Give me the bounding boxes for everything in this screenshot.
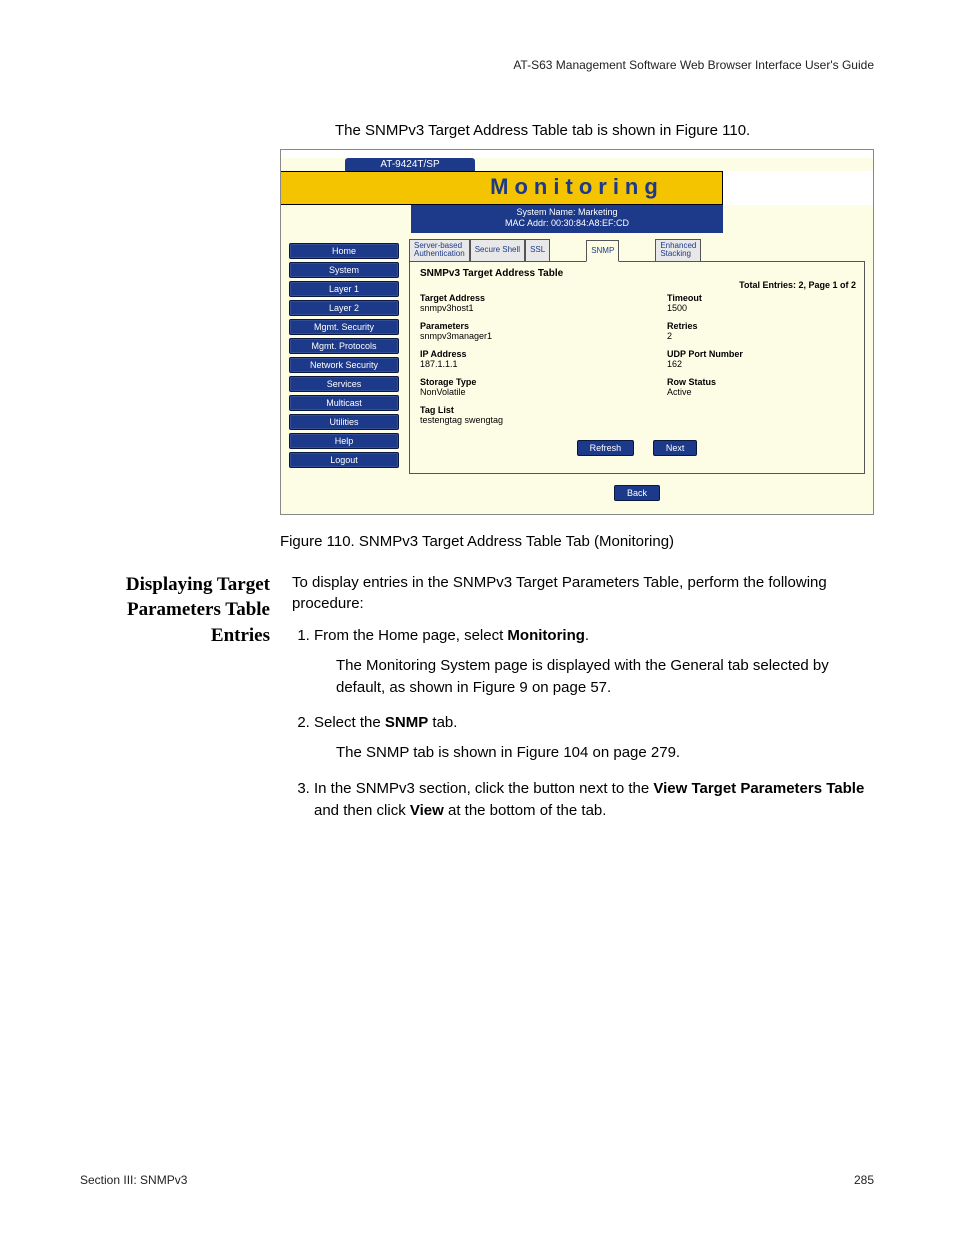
step-2-sub: The SNMP tab is shown in Figure 104 on p…: [336, 742, 874, 764]
step-1-b: Monitoring: [507, 627, 584, 644]
step-3-e: at the bottom of the tab.: [444, 802, 607, 819]
body-text: To display entries in the SNMPv3 Target …: [292, 572, 874, 832]
footer-section: Section III: SNMPv3: [80, 1173, 187, 1187]
banner-text: Monitoring: [490, 174, 664, 199]
nav-help[interactable]: Help: [289, 433, 399, 449]
refresh-button[interactable]: Refresh: [577, 440, 635, 456]
lbl-target-address: Target Address: [420, 293, 607, 303]
step-3-c: and then click: [314, 802, 410, 819]
step-2: Select the SNMP tab. The SNMP tab is sho…: [314, 712, 874, 764]
screenshot-figure: AT-9424T/SP Monitoring System Name: Mark…: [280, 149, 874, 515]
val-retries: 2: [667, 331, 854, 341]
nav-mgmt-protocols[interactable]: Mgmt. Protocols: [289, 338, 399, 354]
step-2-a: Select the: [314, 714, 385, 731]
step-1-sub: The Monitoring System page is displayed …: [336, 655, 874, 699]
figure-caption: Figure 110. SNMPv3 Target Address Table …: [80, 533, 874, 550]
nav-network-security[interactable]: Network Security: [289, 357, 399, 373]
back-button[interactable]: Back: [614, 485, 660, 501]
tab-enhanced-stacking[interactable]: Enhanced Stacking: [655, 239, 701, 261]
lbl-timeout: Timeout: [667, 293, 854, 303]
body-intro: To display entries in the SNMPv3 Target …: [292, 572, 874, 616]
panel-title: SNMPv3 Target Address Table: [420, 268, 854, 279]
step-1: From the Home page, select Monitoring. T…: [314, 625, 874, 698]
system-info: System Name: Marketing MAC Addr: 00:30:8…: [411, 205, 723, 233]
entries-info: Total Entries: 2, Page 1 of 2: [739, 280, 856, 290]
step-3-d: View: [410, 802, 444, 819]
tab-ssl[interactable]: SSL: [525, 239, 550, 261]
val-udp: 162: [667, 359, 854, 369]
lbl-taglist: Tag List: [420, 405, 607, 415]
step-3-a: In the SNMPv3 section, click the button …: [314, 780, 653, 797]
val-ip: 187.1.1.1: [420, 359, 607, 369]
step-1-a: From the Home page, select: [314, 627, 507, 644]
doc-header: AT-S63 Management Software Web Browser I…: [80, 58, 874, 72]
step-3: In the SNMPv3 section, click the button …: [314, 778, 874, 822]
system-name: System Name: Marketing: [411, 207, 723, 218]
lbl-parameters: Parameters: [420, 321, 607, 331]
footer-page: 285: [854, 1173, 874, 1187]
tab-secure-shell[interactable]: Secure Shell: [470, 239, 525, 261]
intro-text: The SNMPv3 Target Address Table tab is s…: [335, 122, 874, 139]
lbl-udp: UDP Port Number: [667, 349, 854, 359]
nav-multicast[interactable]: Multicast: [289, 395, 399, 411]
val-parameters: snmpv3manager1: [420, 331, 607, 341]
nav-services[interactable]: Services: [289, 376, 399, 392]
tab-row: Server-based Authentication Secure Shell…: [409, 239, 865, 261]
val-storage: NonVolatile: [420, 387, 607, 397]
nav-layer2[interactable]: Layer 2: [289, 300, 399, 316]
snmp-panel: SNMPv3 Target Address Table Total Entrie…: [409, 261, 865, 474]
nav-system[interactable]: System: [289, 262, 399, 278]
tab-server-auth[interactable]: Server-based Authentication: [409, 239, 470, 261]
nav-home[interactable]: Home: [289, 243, 399, 259]
val-target-address: snmpv3host1: [420, 303, 607, 313]
lbl-storage: Storage Type: [420, 377, 607, 387]
tab-snmp[interactable]: SNMP: [586, 240, 619, 262]
nav-mgmt-security[interactable]: Mgmt. Security: [289, 319, 399, 335]
val-rowstatus: Active: [667, 387, 854, 397]
step-3-b: View Target Parameters Table: [653, 780, 864, 797]
val-timeout: 1500: [667, 303, 854, 313]
side-heading: Displaying Target Parameters Table Entri…: [80, 572, 270, 832]
banner-blank: [722, 171, 873, 205]
next-button[interactable]: Next: [653, 440, 698, 456]
banner-title: Monitoring: [281, 171, 873, 205]
tab-gap: [550, 239, 586, 261]
nav-logout[interactable]: Logout: [289, 452, 399, 468]
step-2-c: tab.: [428, 714, 457, 731]
val-taglist: testengtag swengtag: [420, 415, 607, 425]
device-tab: AT-9424T/SP: [345, 158, 475, 171]
lbl-retries: Retries: [667, 321, 854, 331]
tab-gap2: [619, 239, 655, 261]
lbl-rowstatus: Row Status: [667, 377, 854, 387]
nav-utilities[interactable]: Utilities: [289, 414, 399, 430]
step-2-b: SNMP: [385, 714, 428, 731]
mac-addr: MAC Addr: 00:30:84:A8:EF:CD: [411, 218, 723, 229]
nav-layer1[interactable]: Layer 1: [289, 281, 399, 297]
step-1-c: .: [585, 627, 589, 644]
nav-sidebar: Home System Layer 1 Layer 2 Mgmt. Securi…: [289, 239, 399, 504]
lbl-ip: IP Address: [420, 349, 607, 359]
